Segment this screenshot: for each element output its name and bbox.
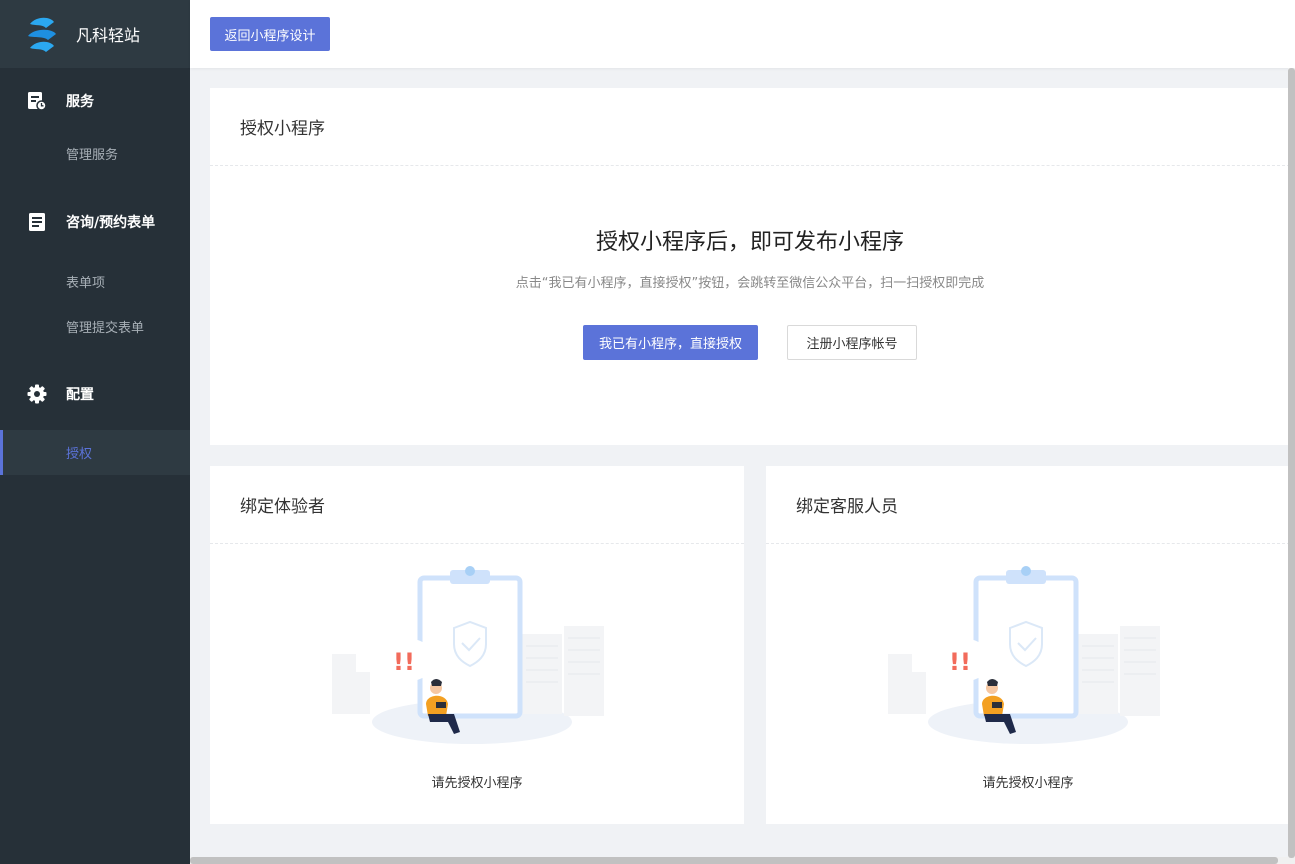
nav-group-service[interactable]: 服务 [0, 68, 190, 134]
register-account-button[interactable]: 注册小程序帐号 [787, 325, 917, 360]
bind-testers-card: 绑定体验者 !! 请先授权小程序 [210, 466, 744, 824]
authorize-button[interactable]: 我已有小程序，直接授权 [583, 325, 758, 360]
authorize-actions: 我已有小程序，直接授权 注册小程序帐号 [210, 325, 1290, 360]
card-title: 授权小程序 [210, 88, 1290, 166]
authorize-headline: 授权小程序后，即可发布小程序 [595, 230, 904, 255]
sidebar: 凡科轻站 服务 管理服务 咨询/预约表单 表单项 管理提交表单 配置 授权 [0, 0, 190, 864]
nav-group-label: 服务 [66, 94, 94, 110]
nav-group-label: 配置 [66, 387, 94, 403]
nav-group-form[interactable]: 咨询/预约表单 [0, 172, 190, 268]
back-to-design-button[interactable]: 返回小程序设计 [210, 17, 330, 51]
sidebar-item-label: 管理服务 [66, 147, 119, 163]
gear-icon [27, 384, 47, 404]
empty-state-illustration: !! [332, 566, 604, 744]
sidebar-item-label: 表单项 [66, 275, 106, 291]
nav-group-config[interactable]: 配置 [0, 358, 190, 430]
fanke-logo-icon [28, 17, 56, 52]
topbar: 返回小程序设计 [190, 0, 1295, 68]
empty-state-illustration: !! [888, 566, 1160, 744]
sidebar-item-manage-submissions[interactable]: 管理提交表单 [0, 294, 190, 358]
brand-name: 凡科轻站 [76, 26, 141, 45]
sidebar-item-manage-service[interactable]: 管理服务 [0, 134, 190, 172]
authorize-description: 点击“我已有小程序，直接授权”按钮，会跳转至微信公众平台，扫一扫授权即完成 [515, 276, 985, 291]
service-icon [27, 91, 47, 111]
empty-state-text: 请先授权小程序 [982, 776, 1074, 791]
scrollbar-thumb[interactable] [190, 857, 1278, 864]
sidebar-item-label: 授权 [66, 447, 93, 462]
form-icon [27, 212, 47, 232]
vertical-scrollbar[interactable] [1288, 68, 1295, 864]
sidebar-item-label: 管理提交表单 [66, 320, 145, 336]
nav-group-label: 咨询/预约表单 [66, 215, 156, 231]
card-title: 绑定客服人员 [766, 466, 1290, 544]
svg-text:!!: !! [949, 648, 971, 676]
authorize-card: 授权小程序 授权小程序后，即可发布小程序 点击“我已有小程序，直接授权”按钮，会… [210, 88, 1290, 445]
authorize-body: 授权小程序后，即可发布小程序 点击“我已有小程序，直接授权”按钮，会跳转至微信公… [210, 224, 1290, 360]
sidebar-item-form-fields[interactable]: 表单项 [0, 268, 190, 294]
card-title: 绑定体验者 [210, 466, 744, 544]
empty-state-text: 请先授权小程序 [431, 776, 523, 791]
bind-service-card: 绑定客服人员 !! 请先授权小程序 [766, 466, 1290, 824]
horizontal-scrollbar[interactable] [190, 857, 1288, 864]
sidebar-item-authorize[interactable]: 授权 [0, 430, 190, 475]
svg-text:!!: !! [393, 648, 415, 676]
brand[interactable]: 凡科轻站 [0, 0, 190, 68]
scrollbar-thumb[interactable] [1288, 68, 1295, 858]
